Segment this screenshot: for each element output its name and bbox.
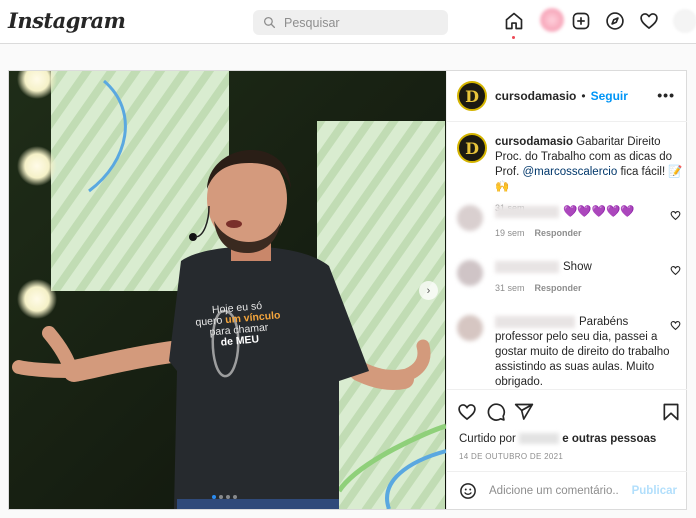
explore-icon[interactable] [605,11,625,33]
post-photo: Hoje eu só quero um vínculo para chamar … [9,71,446,509]
search-icon [263,16,276,29]
author-avatar[interactable]: D [457,81,487,111]
instagram-logo[interactable]: Instagram [8,8,126,33]
home-icon[interactable] [504,11,524,33]
comment-body: Show 31 sem Responder [495,260,670,296]
comment-text: 💜💜💜💜💜 [563,206,635,218]
carousel-next-button[interactable]: › [419,281,438,300]
activity-heart-icon[interactable] [639,11,659,33]
caption-mention[interactable]: @marcosscalercio [522,166,617,178]
comment-body: 💜💜💜💜💜 19 sem Responder [495,205,670,241]
separator-dot: • [581,89,586,103]
commenter-name-blurred[interactable] [495,315,575,328]
comment-meta: 19 sem Responder [495,226,670,241]
liker-name-blurred[interactable] [519,433,560,445]
likes-prefix: Curtido por [459,433,516,445]
comment-meta: 31 sem Responder [495,281,670,296]
reply-button[interactable]: Responder [535,283,582,293]
carousel-dot [219,495,223,499]
add-comment-bar: Publicar [447,471,687,510]
add-comment-input[interactable] [489,485,619,497]
author-logo-letter: D [465,86,479,106]
post-header: D cursodamasio • Seguir ••• [447,71,687,122]
post-actions: Curtido por e outras pessoas 14 DE OUTUB… [447,389,687,509]
publish-button[interactable]: Publicar [632,485,677,497]
comment-time: 19 sem [495,228,525,238]
caption-text: cursodamasio Gabaritar Direito Proc. do … [495,135,685,216]
save-bookmark-icon[interactable] [661,402,681,422]
commenter-avatar[interactable] [457,315,483,341]
comment-like-icon[interactable] [670,210,681,221]
commenter-avatar[interactable] [457,260,483,286]
new-post-icon[interactable] [571,11,591,33]
comment-like-icon[interactable] [670,265,681,276]
post-modal: Hoje eu só quero um vínculo para chamar … [8,70,687,510]
author-username[interactable]: cursodamasio [495,89,576,103]
search-input[interactable] [284,15,434,30]
nav-icons [504,11,694,35]
author-logo-letter: D [465,138,479,158]
follow-button[interactable]: Seguir [591,89,628,103]
commenter-name-blurred[interactable] [495,205,559,218]
top-navigation-bar: Instagram [0,0,696,44]
comment-bubble-icon[interactable] [486,402,506,422]
emoji-icon[interactable] [459,482,477,500]
post-date: 14 DE OUTUBRO DE 2021 [459,452,564,461]
search-box[interactable] [253,10,448,35]
carousel-dot [233,495,237,499]
post-side-panel: D cursodamasio • Seguir ••• D cursodamas… [446,71,687,509]
carousel-dot [226,495,230,499]
profile-avatar[interactable] [673,9,696,33]
active-page-dot [512,36,515,39]
share-send-icon[interactable] [514,402,534,422]
comments-list[interactable]: D cursodamasio Gabaritar Direito Proc. d… [447,123,687,389]
carousel-dots [212,495,237,499]
comment-body: Parabéns professor pelo seu dia, passei … [495,315,670,389]
commenter-avatar[interactable] [457,205,483,231]
commenter-name-blurred[interactable] [495,260,559,273]
likes-others[interactable]: e outras pessoas [562,433,656,445]
avatar[interactable] [540,8,564,32]
caption-username[interactable]: cursodamasio [495,136,573,148]
more-options-icon[interactable]: ••• [657,87,675,103]
likes-summary[interactable]: Curtido por e outras pessoas [459,433,656,445]
comment-like-icon[interactable] [670,320,681,331]
shirt-text: Hoje eu só quero um vínculo para chamar … [189,299,287,351]
caption-avatar[interactable]: D [457,133,487,163]
photo-scene [9,71,446,509]
carousel-dot [212,495,216,499]
comment-text: Show [563,261,592,273]
like-heart-icon[interactable] [457,402,477,422]
reply-button[interactable]: Responder [535,228,582,238]
comment-time: 31 sem [495,283,525,293]
